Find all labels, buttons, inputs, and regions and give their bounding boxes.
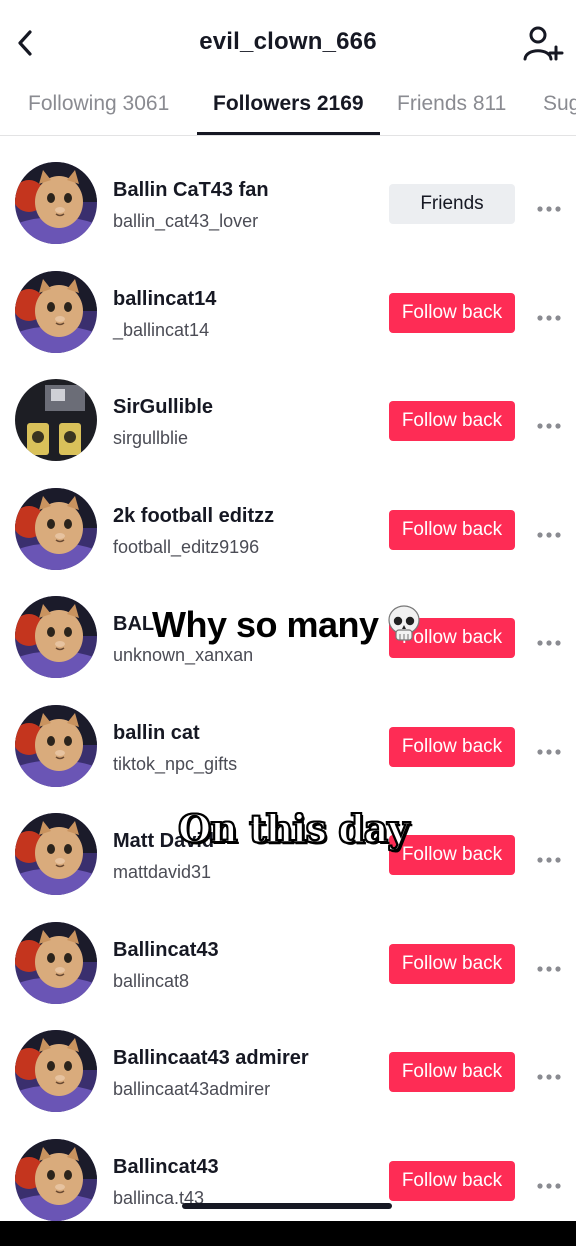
more-options-icon[interactable] bbox=[536, 960, 562, 972]
home-indicator[interactable] bbox=[182, 1203, 392, 1209]
follower-name: 2k football editzz bbox=[113, 504, 275, 527]
more-options-icon[interactable] bbox=[536, 1068, 562, 1080]
follow-back-button[interactable]: Follow back bbox=[389, 726, 515, 767]
more-options-icon[interactable] bbox=[536, 634, 562, 646]
follow-back-button[interactable]: Follow back bbox=[389, 401, 515, 441]
follow-back-button[interactable]: Follow back bbox=[389, 1052, 515, 1092]
more-options-icon[interactable] bbox=[536, 309, 562, 321]
follower-handle: ballin_cat43_lover bbox=[113, 211, 259, 231]
page-title: evil_clown_666 bbox=[199, 28, 377, 55]
tab-following[interactable]: Following 3061 bbox=[28, 92, 169, 116]
follower-name: Ballincat43 bbox=[113, 938, 219, 961]
avatar[interactable] bbox=[15, 379, 97, 461]
avatar[interactable] bbox=[15, 596, 97, 678]
follower-name: Ballin CaT43 fan bbox=[113, 179, 269, 201]
follower-row[interactable]: 2k football editzz football_editz9196 Foll… bbox=[0, 463, 576, 571]
more-options-icon[interactable] bbox=[536, 526, 562, 538]
tab-friends[interactable]: Friends 811 bbox=[397, 92, 506, 116]
caption-why-so-many: Why so many bbox=[152, 604, 379, 645]
follower-row[interactable]: Ballincat43 ballincat8 Follow back bbox=[0, 897, 576, 1005]
active-tab-indicator bbox=[197, 132, 380, 135]
more-options-icon[interactable] bbox=[536, 1177, 562, 1189]
follower-name: Ballincat43 bbox=[113, 1155, 219, 1178]
follower-handle: unknown_xanxan bbox=[113, 645, 254, 665]
follower-handle: ballincaat43admirer bbox=[113, 1079, 271, 1099]
follower-row[interactable]: Ballincaat43 admirer ballincaat43admirer F… bbox=[0, 1005, 576, 1113]
avatar[interactable] bbox=[15, 270, 97, 353]
follower-handle: football_editz9196 bbox=[113, 536, 260, 557]
top-bar: evil_clown_666 bbox=[0, 0, 576, 84]
follow-back-button[interactable]: Follow back bbox=[389, 1160, 515, 1201]
caption-on-this-day: On this day bbox=[177, 805, 410, 852]
follower-name: Ballincaat43 admirer bbox=[113, 1047, 309, 1069]
follower-name: ballin cat bbox=[113, 721, 200, 744]
avatar[interactable] bbox=[15, 1030, 97, 1112]
follower-name: ballincat14 bbox=[113, 287, 217, 310]
avatar[interactable] bbox=[15, 704, 97, 787]
avatar[interactable] bbox=[15, 162, 97, 244]
follower-handle: _ballincat14 bbox=[113, 319, 210, 340]
skull-emoji-icon bbox=[385, 604, 423, 644]
follower-name: SirGullible bbox=[113, 396, 214, 418]
friends-button[interactable]: Friends bbox=[389, 184, 515, 224]
add-user-icon[interactable] bbox=[522, 26, 564, 62]
follower-handle: tiktok_npc_gifts bbox=[113, 753, 238, 774]
follower-handle: sirgullblie bbox=[113, 428, 189, 448]
tab-followers[interactable]: Followers 2169 bbox=[213, 92, 364, 116]
follower-row[interactable]: ballincat14 _ballincat14 Follow back bbox=[0, 246, 576, 354]
avatar[interactable] bbox=[15, 487, 97, 570]
bottom-black-bar bbox=[0, 1221, 576, 1246]
tab-suggested[interactable]: Sug bbox=[543, 92, 576, 116]
follower-row[interactable]: SirGullible sirgullblie Follow back bbox=[0, 354, 576, 462]
more-options-icon[interactable] bbox=[536, 851, 562, 863]
avatar[interactable] bbox=[15, 813, 97, 895]
follow-back-button[interactable]: Follow back bbox=[389, 943, 515, 984]
more-options-icon[interactable] bbox=[536, 417, 562, 429]
more-options-icon[interactable] bbox=[536, 200, 562, 212]
avatar[interactable] bbox=[15, 1138, 97, 1221]
follower-handle: ballincat8 bbox=[113, 970, 190, 991]
follower-handle: mattdavid31 bbox=[113, 862, 212, 882]
avatar[interactable] bbox=[15, 921, 97, 1004]
tab-bar: Following 3061 Followers 2169 Friends 81… bbox=[0, 84, 576, 136]
follower-row[interactable]: ballin cat tiktok_npc_gifts Follow back bbox=[0, 680, 576, 788]
follower-row[interactable]: Ballin CaT43 fan ballin_cat43_lover Friend… bbox=[0, 137, 576, 245]
follower-name: BAL bbox=[113, 613, 155, 635]
more-options-icon[interactable] bbox=[536, 743, 562, 755]
follow-back-button[interactable]: Follow back bbox=[389, 509, 515, 550]
follow-back-button[interactable]: Follow back bbox=[389, 292, 515, 333]
